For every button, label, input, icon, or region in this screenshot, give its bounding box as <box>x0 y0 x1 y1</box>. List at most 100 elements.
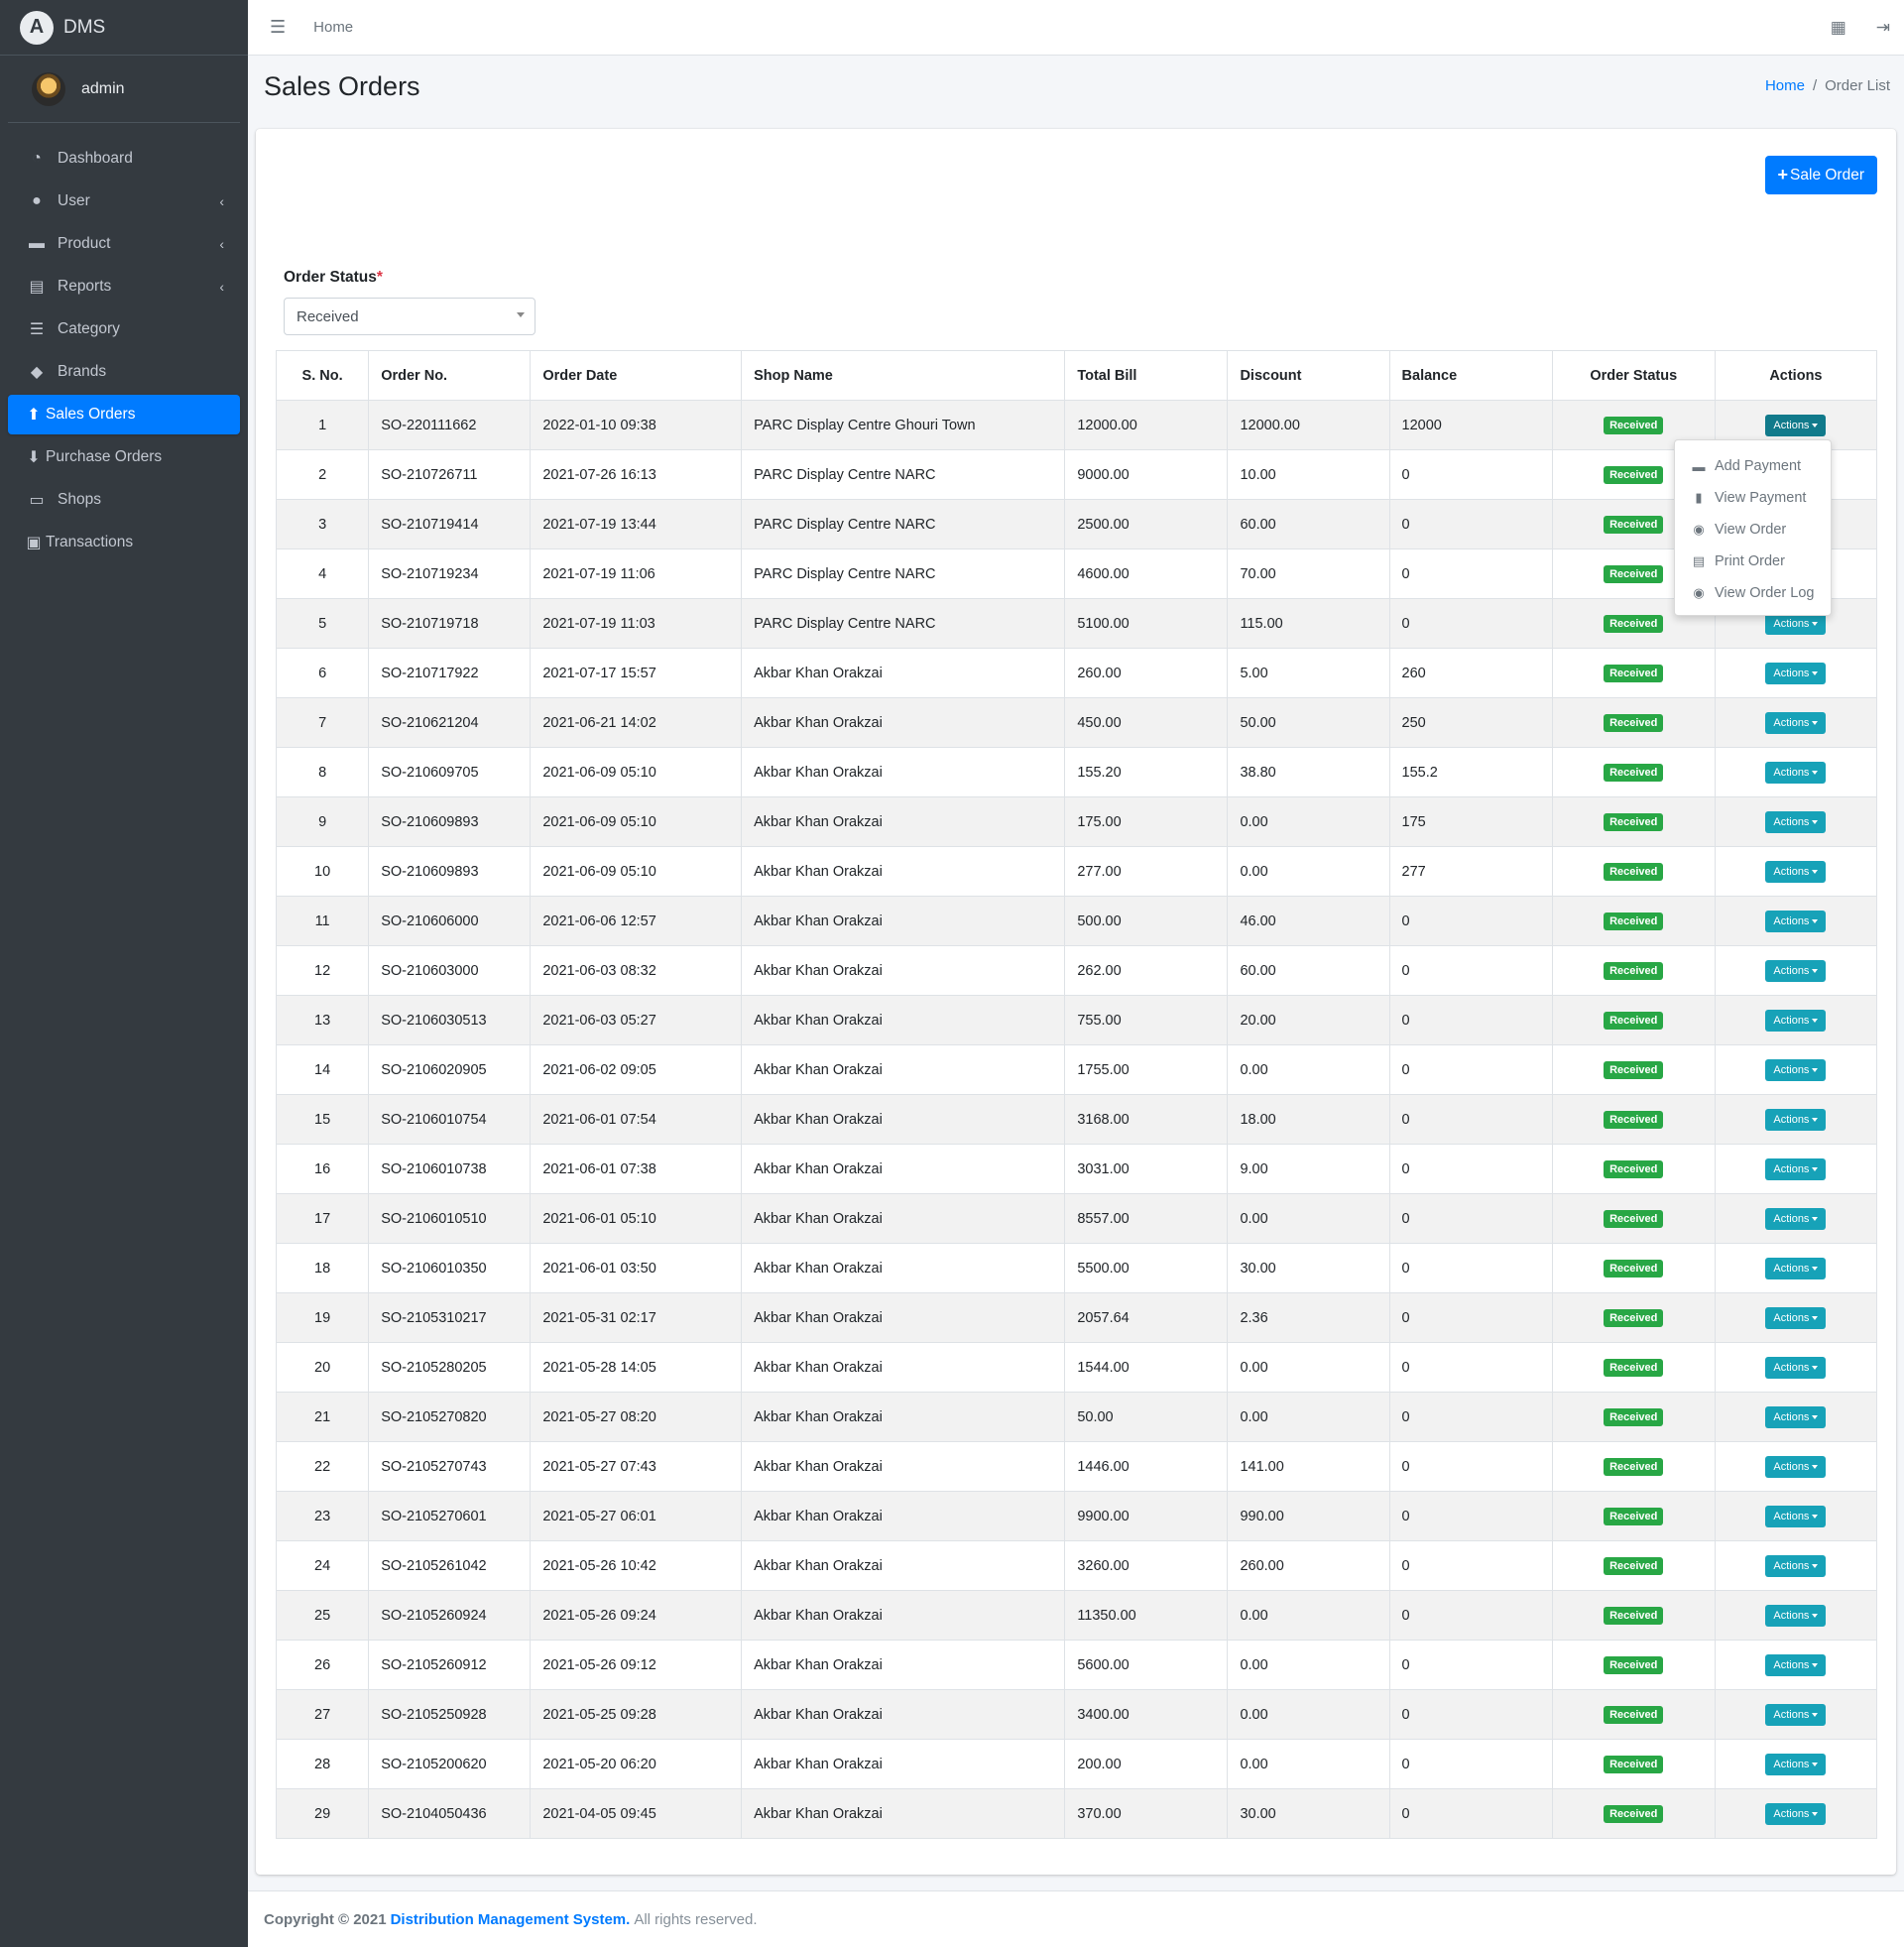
order-status-selected: Received <box>297 307 359 325</box>
order-no-cell: SO-2105260924 <box>368 1590 532 1641</box>
actions-dropdown-button[interactable]: Actions <box>1765 1257 1827 1279</box>
view-order-menu-item[interactable]: ◉ View Order <box>1675 514 1831 546</box>
discount-cell: 10.00 <box>1227 449 1390 500</box>
grid-icon[interactable]: ▦ <box>1831 18 1846 38</box>
hamburger-menu-icon[interactable]: ☰ <box>270 17 286 38</box>
actions-dropdown-button[interactable]: Actions <box>1765 1455 1827 1478</box>
sidebar-item-brands[interactable]: ◆ Brands <box>8 352 240 392</box>
shop-name-cell: Akbar Khan Orakzai <box>741 995 1066 1045</box>
shop-name-cell: PARC Display Centre NARC <box>741 598 1066 649</box>
actions-dropdown-button[interactable]: Actions <box>1765 1554 1827 1577</box>
actions-dropdown-button[interactable]: Actions <box>1765 1802 1827 1825</box>
clipboard-icon: ▤ <box>29 279 45 296</box>
order-no-cell: SO-2105260912 <box>368 1640 532 1690</box>
sidebar-item-label: Product <box>58 235 111 252</box>
chevron-left-icon: ‹ <box>219 279 224 295</box>
order-date-cell: 2021-06-03 08:32 <box>530 945 743 996</box>
actions-cell: Actions <box>1714 896 1878 946</box>
eye-icon: ◉ <box>1693 585 1705 600</box>
serial-cell: 8 <box>275 747 370 797</box>
brand-link[interactable]: A DMS <box>0 0 248 56</box>
serial-cell: 28 <box>275 1739 370 1789</box>
actions-dropdown-button[interactable]: Actions <box>1765 1157 1827 1180</box>
actions-dropdown-button[interactable]: Actions <box>1765 1207 1827 1230</box>
order-no-cell: SO-210603000 <box>368 945 532 996</box>
total-bill-cell: 755.00 <box>1064 995 1229 1045</box>
money-bill-icon: ▣ <box>26 535 42 551</box>
actions-dropdown-button[interactable]: Actions <box>1765 1405 1827 1428</box>
actions-dropdown-button[interactable]: Actions <box>1765 662 1827 684</box>
order-status-cell: Received <box>1551 697 1716 748</box>
actions-dropdown-button[interactable]: Actions <box>1765 1009 1827 1032</box>
sign-out-icon[interactable]: ⇥ <box>1876 18 1890 38</box>
actions-dropdown-button[interactable]: Actions <box>1765 1703 1827 1726</box>
chevron-left-icon: ‹ <box>219 193 224 209</box>
caret-down-icon <box>1812 819 1819 824</box>
actions-dropdown-button[interactable]: Actions <box>1765 1604 1827 1627</box>
order-date-cell: 2021-07-17 15:57 <box>530 648 743 698</box>
actions-dropdown-button[interactable]: Actions <box>1765 761 1827 784</box>
sidebar-item-product[interactable]: ▬ Product ‹ <box>8 224 240 264</box>
table-row: 5 SO-210719718 2021-07-19 11:03 PARC Displa… <box>275 598 1878 649</box>
sidebar-item-shops[interactable]: ▭ Shops <box>8 480 240 520</box>
discount-cell: 60.00 <box>1227 499 1390 549</box>
sidebar-item-label: Transactions <box>46 534 134 550</box>
balance-cell: 0 <box>1388 1640 1553 1690</box>
sidebar-item-transactions[interactable]: ▣ Transactions <box>8 523 240 562</box>
brand-name: DMS <box>63 16 106 38</box>
order-no-cell: SO-2106010350 <box>368 1243 532 1293</box>
actions-dropdown-button[interactable]: Actions <box>1765 860 1827 883</box>
table-row: 12 SO-210603000 2021-06-03 08:32 Akbar Khan… <box>275 945 1878 996</box>
avatar <box>32 71 65 106</box>
table-row: 23 SO-2105270601 2021-05-27 06:01 Akbar Kha… <box>275 1491 1878 1541</box>
shop-name-cell: Akbar Khan Orakzai <box>741 648 1066 698</box>
sidebar-item-purchase-orders[interactable]: ⬇ Purchase Orders <box>8 437 240 477</box>
status-badge: Received <box>1604 812 1664 831</box>
shop-name-cell: Akbar Khan Orakzai <box>741 1788 1066 1839</box>
menu-item-label: Print Order <box>1715 553 1785 569</box>
order-status-select[interactable]: Received <box>284 298 536 335</box>
actions-dropdown-button[interactable]: Actions <box>1765 414 1827 436</box>
sidebar-item-category[interactable]: ☰ Category <box>8 309 240 349</box>
actions-dropdown-button[interactable]: Actions <box>1765 711 1827 734</box>
actions-dropdown-button[interactable]: Actions <box>1765 1753 1827 1775</box>
balance-cell: 0 <box>1388 1491 1553 1541</box>
caret-down-icon <box>1812 1563 1819 1568</box>
sidebar-item-user[interactable]: ● User ‹ <box>8 182 240 221</box>
breadcrumb-home[interactable]: Home <box>1765 77 1805 94</box>
footer-link[interactable]: Distribution Management System. <box>391 1911 631 1928</box>
order-no-cell: SO-2105280205 <box>368 1342 532 1393</box>
actions-dropdown-button[interactable]: Actions <box>1765 1505 1827 1527</box>
view-order-log-menu-item[interactable]: ◉ View Order Log <box>1675 577 1831 609</box>
actions-dropdown-button[interactable]: Actions <box>1765 959 1827 982</box>
balance-cell: 0 <box>1388 598 1553 649</box>
user-panel[interactable]: admin <box>8 56 240 123</box>
actions-dropdown-button[interactable]: Actions <box>1765 1108 1827 1131</box>
actions-dropdown-button[interactable]: Actions <box>1765 910 1827 932</box>
serial-cell: 19 <box>275 1292 370 1343</box>
view-payment-menu-item[interactable]: ▮ View Payment <box>1675 482 1831 514</box>
sidebar-item-dashboard[interactable]: ◔ Dashboard <box>8 139 240 179</box>
balance-cell: 0 <box>1388 896 1553 946</box>
actions-dropdown-button[interactable]: Actions <box>1765 1356 1827 1379</box>
serial-cell: 14 <box>275 1044 370 1095</box>
order-status-cell: Received <box>1551 1292 1716 1343</box>
actions-button-label: Actions <box>1773 1708 1810 1721</box>
actions-dropdown-button[interactable]: Actions <box>1765 1653 1827 1676</box>
add-sale-order-button[interactable]: + Sale Order <box>1764 156 1877 194</box>
actions-button-label: Actions <box>1773 1262 1810 1275</box>
sidebar-item-sales-orders[interactable]: ⬆ Sales Orders <box>8 395 240 434</box>
balance-cell: 0 <box>1388 1094 1553 1145</box>
actions-dropdown-button[interactable]: Actions <box>1765 1306 1827 1329</box>
balance-cell: 250 <box>1388 697 1553 748</box>
actions-dropdown-button[interactable]: Actions <box>1765 810 1827 833</box>
print-order-menu-item[interactable]: ▤ Print Order <box>1675 546 1831 577</box>
top-home-link[interactable]: Home <box>313 19 353 36</box>
sidebar-item-reports[interactable]: ▤ Reports ‹ <box>8 267 240 306</box>
status-badge: Received <box>1604 614 1664 633</box>
order-no-cell: SO-2105270743 <box>368 1441 532 1492</box>
actions-cell: Actions <box>1714 945 1878 996</box>
actions-dropdown-button[interactable]: Actions <box>1765 1058 1827 1081</box>
add-payment-menu-item[interactable]: ▬ Add Payment <box>1675 450 1831 482</box>
order-date-cell: 2021-07-19 11:06 <box>530 548 743 599</box>
